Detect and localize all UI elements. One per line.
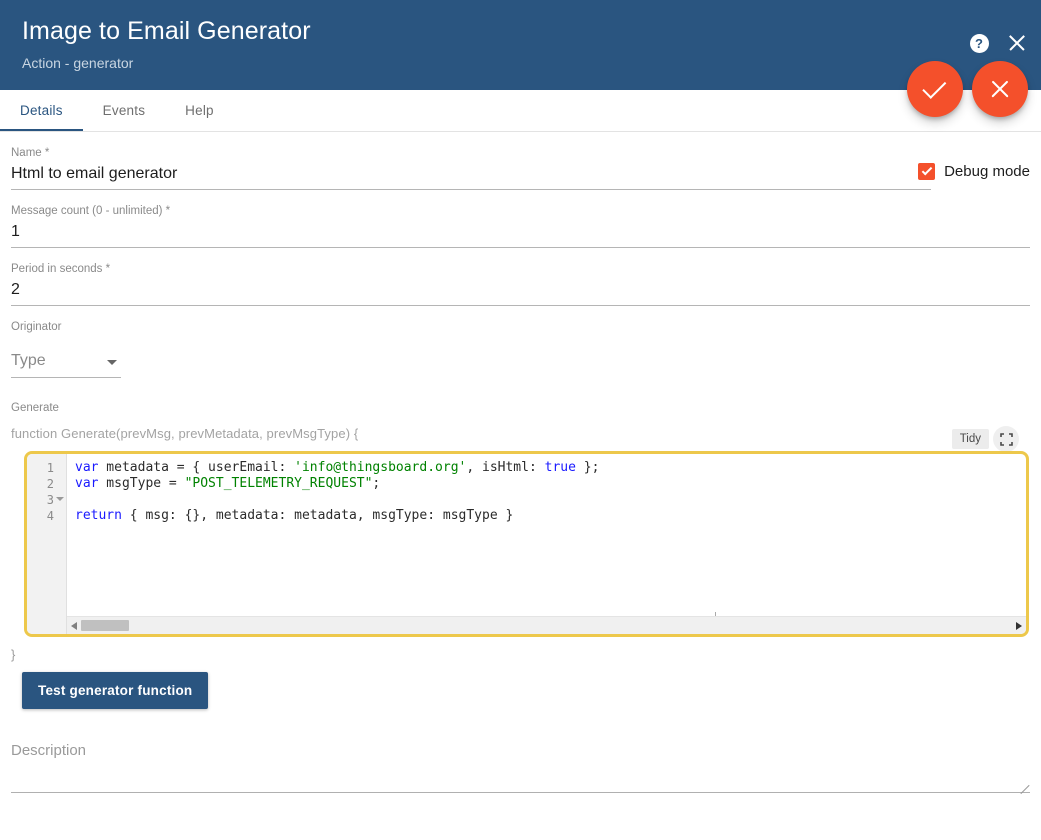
debug-mode-label: Debug mode (944, 163, 1030, 180)
textarea-resize-handle[interactable] (1018, 781, 1028, 791)
function-closing-brace: } (11, 647, 1030, 662)
name-underline (11, 189, 931, 190)
details-form: Debug mode Name * Html to email generato… (0, 146, 1041, 793)
originator-field: Originator Type (11, 320, 1030, 378)
message-count-label: Message count (0 - unlimited) * (11, 204, 1030, 218)
check-icon (922, 75, 946, 99)
fold-marker-icon[interactable] (56, 497, 64, 501)
scroll-left-arrow-icon[interactable] (71, 622, 77, 630)
originator-type-value: Type (11, 348, 46, 374)
close-button[interactable] (1005, 31, 1029, 55)
originator-label: Originator (11, 320, 1030, 334)
originator-type-select[interactable]: Type (11, 348, 121, 378)
code-editor[interactable]: 1 2 3 4 var metadata = { userEmail: 'inf… (24, 451, 1029, 637)
close-icon (989, 78, 1011, 100)
scrollbar-thumb[interactable] (81, 620, 129, 631)
name-label: Name * (11, 146, 931, 160)
editor-horizontal-scrollbar[interactable] (67, 616, 1026, 634)
description-field: Description (11, 741, 1030, 793)
fullscreen-button[interactable] (993, 426, 1019, 452)
editor-toolbar: Tidy (952, 426, 1019, 452)
debug-mode-checkbox[interactable]: Debug mode (918, 163, 1030, 180)
code-line: var msgType = "POST_TELEMETRY_REQUEST"; (75, 476, 1026, 492)
line-number: 3 (27, 492, 66, 508)
header-actions: ? (967, 31, 1029, 55)
tab-help[interactable]: Help (165, 90, 234, 131)
period-underline (11, 305, 1030, 306)
code-line: return { msg: {}, metadata: metadata, ms… (75, 508, 1026, 524)
chevron-down-icon (107, 360, 117, 365)
tab-bar: Details Events Help (0, 90, 1041, 132)
description-label: Description (11, 741, 1030, 761)
cancel-fab-button[interactable] (972, 61, 1028, 117)
function-signature: function Generate(prevMsg, prevMetadata,… (11, 426, 1030, 441)
test-generator-function-button[interactable]: Test generator function (22, 672, 208, 709)
message-count-input[interactable]: 1 (11, 218, 1030, 244)
period-field: Period in seconds * 2 (11, 262, 1030, 306)
tab-details[interactable]: Details (0, 90, 83, 131)
dialog-header: Image to Email Generator Action - genera… (0, 0, 1041, 90)
period-input[interactable]: 2 (11, 276, 1030, 302)
apply-fab-button[interactable] (907, 61, 963, 117)
description-underline (11, 792, 1030, 793)
help-button[interactable]: ? (967, 31, 991, 55)
message-count-field: Message count (0 - unlimited) * 1 (11, 204, 1030, 248)
page-title: Image to Email Generator (22, 16, 1021, 46)
line-number: 2 (27, 476, 66, 492)
line-number: 4 (27, 508, 66, 524)
code-line: var metadata = { userEmail: 'info@things… (75, 460, 1026, 476)
generate-section-label: Generate (11, 402, 1030, 414)
originator-underline (11, 377, 121, 378)
line-number: 1 (27, 460, 66, 476)
code-line (75, 492, 1026, 508)
message-count-underline (11, 247, 1030, 248)
tab-events[interactable]: Events (83, 90, 165, 131)
editor-gutter: 1 2 3 4 (27, 454, 67, 634)
close-icon (1006, 32, 1028, 54)
name-input[interactable]: Html to email generator (11, 160, 931, 186)
period-label: Period in seconds * (11, 262, 1030, 276)
name-field: Name * Html to email generator (11, 146, 931, 190)
help-icon: ? (970, 34, 989, 53)
editor-code-area[interactable]: var metadata = { userEmail: 'info@things… (67, 454, 1026, 634)
tidy-button[interactable]: Tidy (952, 429, 989, 449)
scroll-right-arrow-icon[interactable] (1016, 622, 1022, 630)
fullscreen-icon (1000, 433, 1013, 446)
page-subtitle: Action - generator (22, 55, 1021, 71)
